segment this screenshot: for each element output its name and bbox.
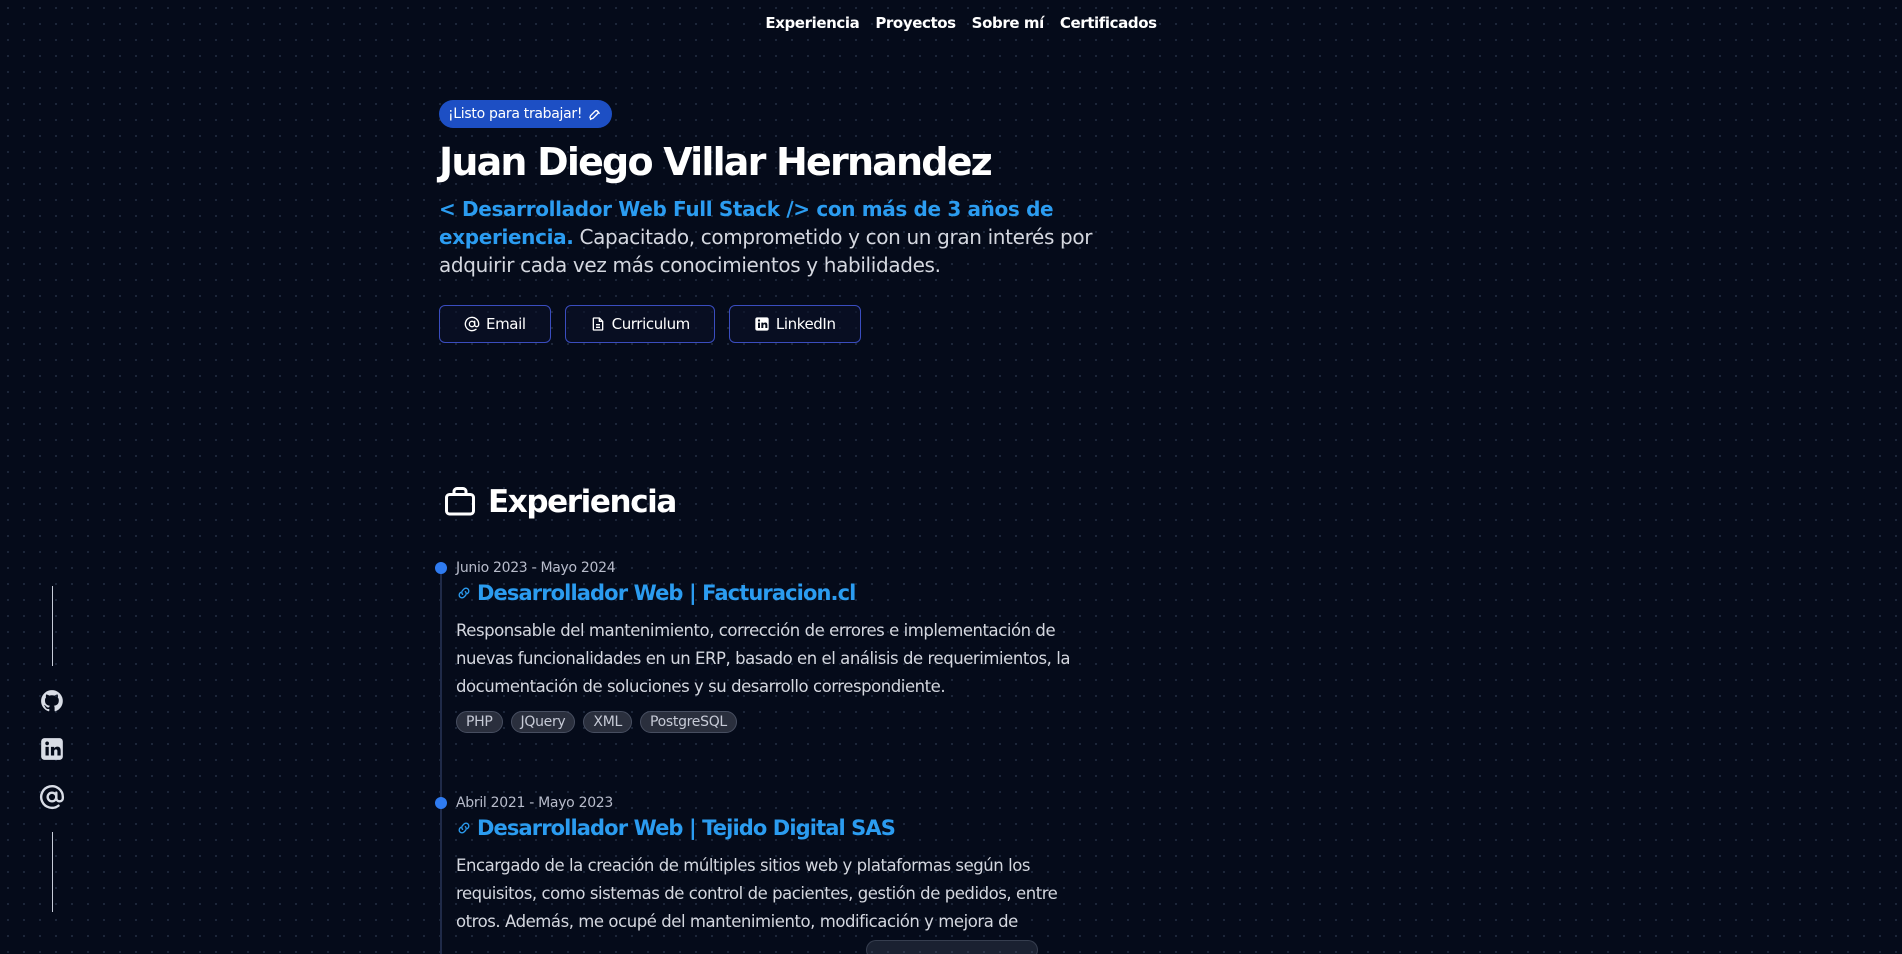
job-role-label: Desarrollador Web | Tejido Digital SAS xyxy=(477,816,896,840)
social-sidebar xyxy=(36,586,68,912)
curriculum-button[interactable]: Curriculum xyxy=(564,305,715,343)
sidebar-divider-bottom xyxy=(51,832,53,912)
briefcase-icon xyxy=(445,487,475,516)
tag: PHP xyxy=(456,711,503,733)
curriculum-button-label: Curriculum xyxy=(611,315,691,333)
job-role[interactable]: Desarrollador Web | Tejido Digital SAS xyxy=(456,816,1100,840)
at-icon[interactable] xyxy=(39,784,65,810)
tag: PostgreSQL xyxy=(639,711,737,733)
tag: XML xyxy=(583,711,632,733)
link-icon xyxy=(458,822,470,834)
timeline-dot xyxy=(435,797,447,809)
nav-sobre-mi[interactable]: Sobre mí xyxy=(972,14,1045,32)
linkedin-button[interactable]: LinkedIn xyxy=(728,305,861,343)
job-tags: PHP JQuery XML PostgreSQL xyxy=(456,711,1100,733)
timeline-item: Junio 2023 - Mayo 2024 Desarrollador Web… xyxy=(435,560,1100,733)
floating-dock[interactable] xyxy=(866,940,1038,954)
job-date: Abril 2021 - Mayo 2023 xyxy=(456,795,614,811)
job-description: Responsable del mantenimiento, correcció… xyxy=(456,621,1071,696)
intro-text: < Desarrollador Web Full Stack /> con má… xyxy=(439,195,1119,279)
nav-experiencia[interactable]: Experiencia xyxy=(765,14,859,32)
badge-label: ¡Listo para trabajar! xyxy=(448,106,583,122)
job-date: Junio 2023 - Mayo 2024 xyxy=(456,560,616,576)
rocket-icon xyxy=(589,109,601,120)
linkedin-button-label: LinkedIn xyxy=(775,315,836,333)
contact-buttons: Email Curriculum LinkedIn xyxy=(439,305,1119,343)
email-button[interactable]: Email xyxy=(439,305,551,343)
email-button-label: Email xyxy=(486,315,526,333)
job-role-label: Desarrollador Web | Facturacion.cl xyxy=(477,581,856,605)
sidebar-divider-top xyxy=(51,586,53,666)
tag: JQuery xyxy=(510,711,576,733)
timeline-dot xyxy=(435,562,447,574)
document-icon xyxy=(592,317,603,331)
job-description: Encargado de la creación de múltiples si… xyxy=(456,856,1058,931)
experience-heading: Experiencia xyxy=(442,484,677,520)
hero-section: ¡Listo para trabajar! Juan Diego Villar … xyxy=(439,100,1119,343)
experience-timeline: Junio 2023 - Mayo 2024 Desarrollador Web… xyxy=(435,560,1100,954)
link-icon xyxy=(458,587,470,599)
availability-badge: ¡Listo para trabajar! xyxy=(439,100,613,128)
nav-proyectos[interactable]: Proyectos xyxy=(875,14,956,32)
job-role[interactable]: Desarrollador Web | Facturacion.cl xyxy=(456,581,1100,605)
at-icon xyxy=(464,316,480,332)
github-icon[interactable] xyxy=(39,688,65,714)
experience-title: Experiencia xyxy=(488,484,677,520)
timeline-item: Abril 2021 - Mayo 2023 Desarrollador Web… xyxy=(435,795,1100,936)
nav-certificados[interactable]: Certificados xyxy=(1060,14,1157,32)
linkedin-icon[interactable] xyxy=(39,736,65,762)
linkedin-icon xyxy=(755,317,769,331)
page-title: Juan Diego Villar Hernandez xyxy=(439,140,993,184)
top-navigation: Experiencia Proyectos Sobre mí Certifica… xyxy=(0,14,1902,32)
